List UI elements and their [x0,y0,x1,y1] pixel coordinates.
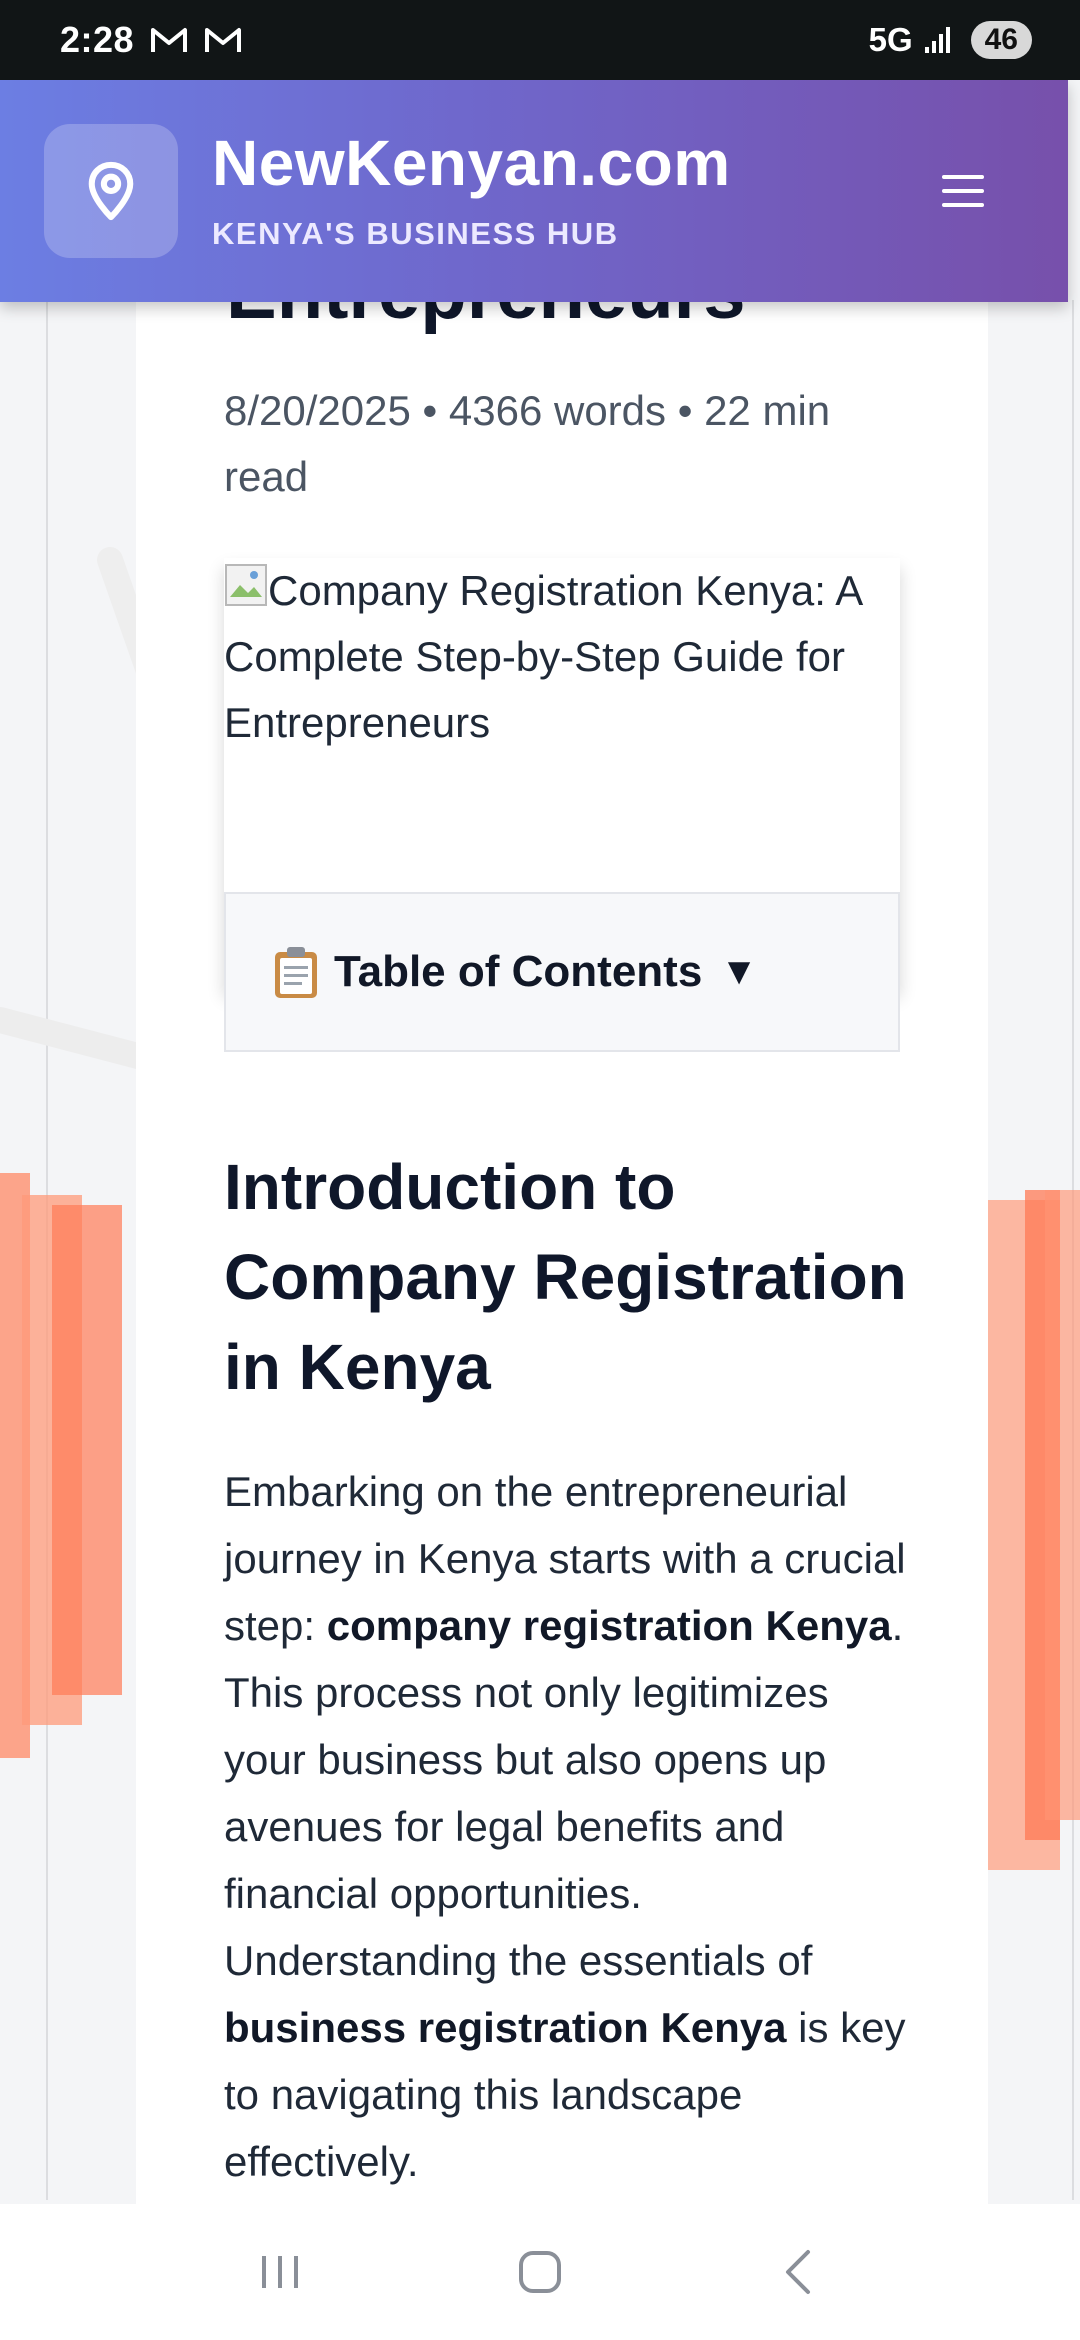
site-name[interactable]: NewKenyan.com [212,126,731,200]
system-navigation-bar [0,2204,1080,2340]
hamburger-menu-icon [942,175,984,207]
decorative-orange-strokes-right [985,1190,1080,1870]
recent-apps-button[interactable] [240,2232,320,2312]
clipboard-icon [275,947,317,998]
status-bar: 2:28 5G 46 [0,0,1080,80]
status-left: 2:28 [60,19,242,61]
site-logo[interactable] [44,124,178,258]
article-paragraph: Embarking on the entrepreneurial journey… [224,1458,914,2195]
map-pin-icon [88,161,134,221]
article-card: Entrepreneurs 8/20/2025 • 4366 words • 2… [136,230,988,2230]
back-button[interactable] [760,2232,840,2312]
broken-image-icon [225,564,267,606]
paragraph-keyword: company registration Kenya [326,1602,892,1649]
signal-icon [924,27,950,53]
site-tagline: KENYA'S BUSINESS HUB [212,216,619,251]
recent-apps-icon [262,2256,298,2288]
paragraph-keyword: business registration Kenya [224,2004,787,2051]
section-heading: Introduction to Company Registration in … [224,1151,907,1403]
paragraph-text: . This process not only legitimizes your… [224,1602,904,1984]
home-icon [519,2251,561,2293]
article-meta: 8/20/2025 • 4366 words • 22 min read [224,387,831,500]
hero-image-alt-text: Company Registration Kenya: A Complete S… [224,567,862,746]
battery-level: 46 [970,21,1032,59]
menu-button[interactable] [934,162,992,220]
decorative-orange-strokes-left [0,1173,122,1758]
chevron-down-icon: ▼ [720,950,758,993]
table-of-contents-toggle[interactable]: Table of Contents ▼ [224,892,900,1052]
toc-label: Table of Contents [334,947,703,996]
home-button[interactable] [500,2232,580,2312]
gmail-icon [205,28,242,52]
back-icon [786,2250,810,2294]
site-header: NewKenyan.com KENYA'S BUSINESS HUB [0,80,1068,302]
status-right: 5G 46 [869,21,1032,59]
network-type: 5G [868,21,913,58]
status-time: 2:28 [60,19,135,60]
gmail-icon [151,28,188,52]
